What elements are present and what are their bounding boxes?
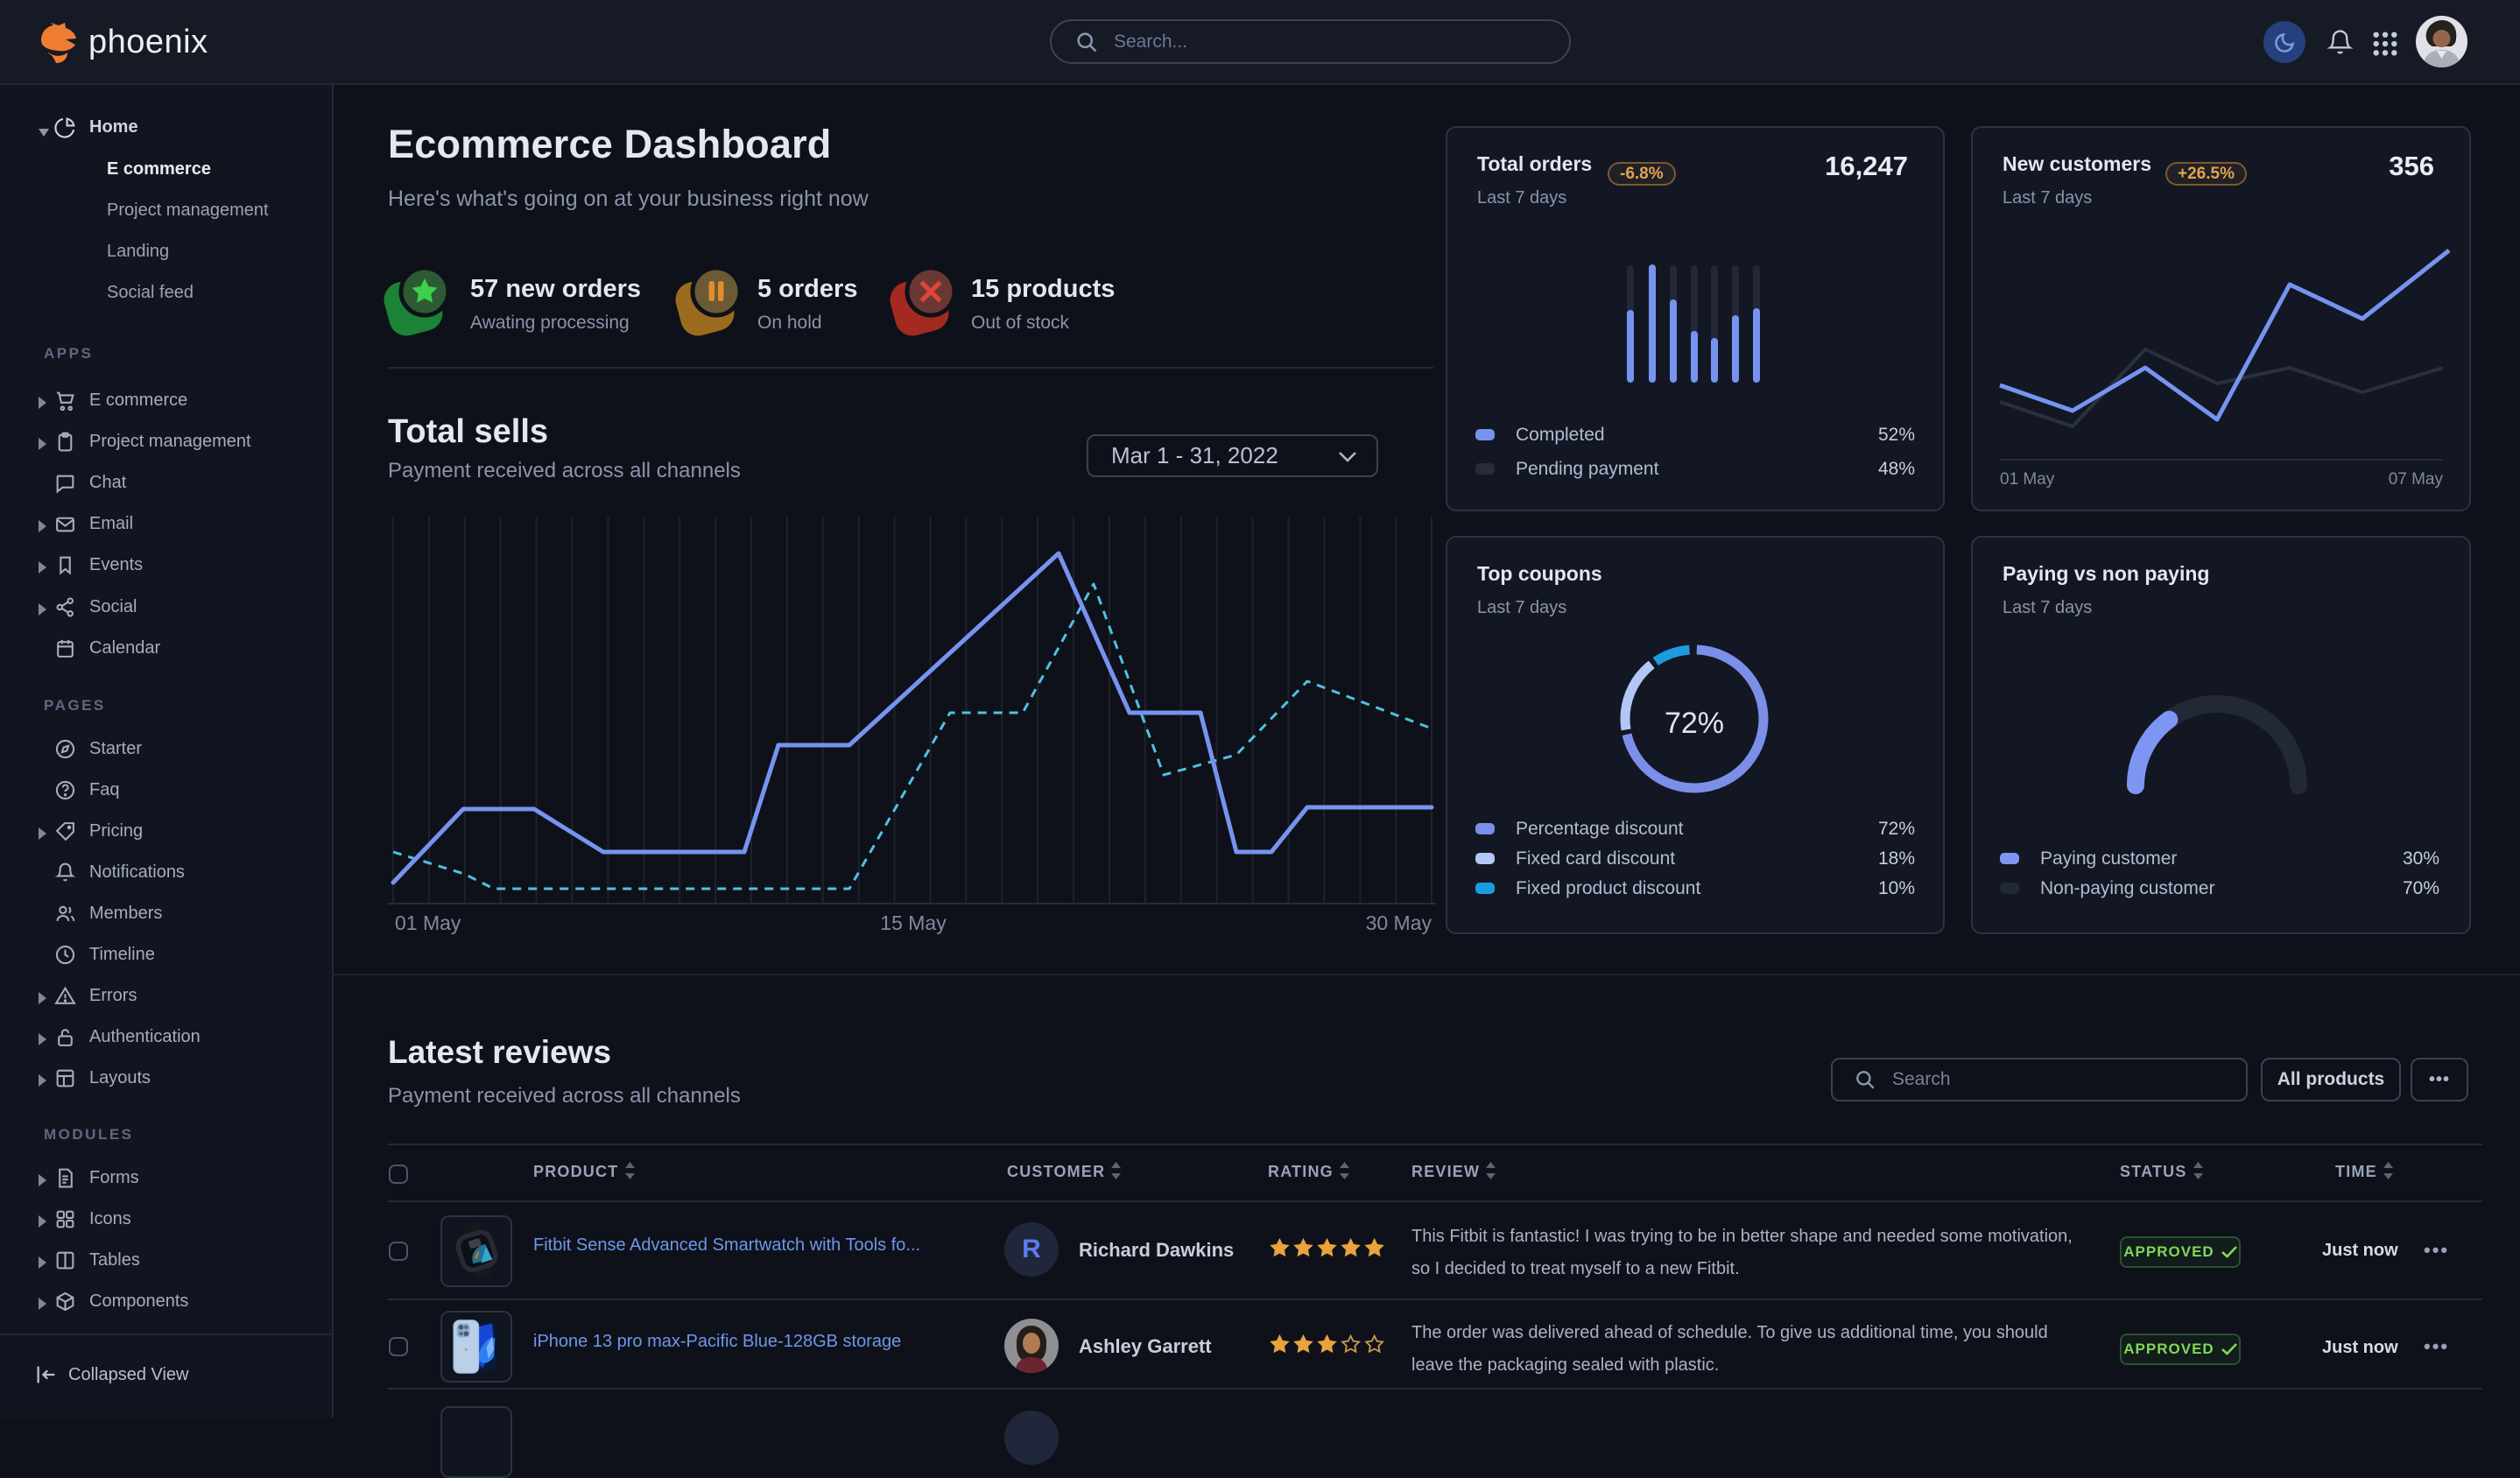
svg-text:72%: 72% [1665, 707, 1724, 740]
svg-text:07 May: 07 May [2389, 470, 2444, 489]
svg-text:30 May: 30 May [1366, 911, 1432, 934]
svg-text:15 May: 15 May [880, 911, 947, 934]
svg-text:01 May: 01 May [395, 911, 461, 934]
svg-text:01 May: 01 May [2000, 470, 2055, 489]
